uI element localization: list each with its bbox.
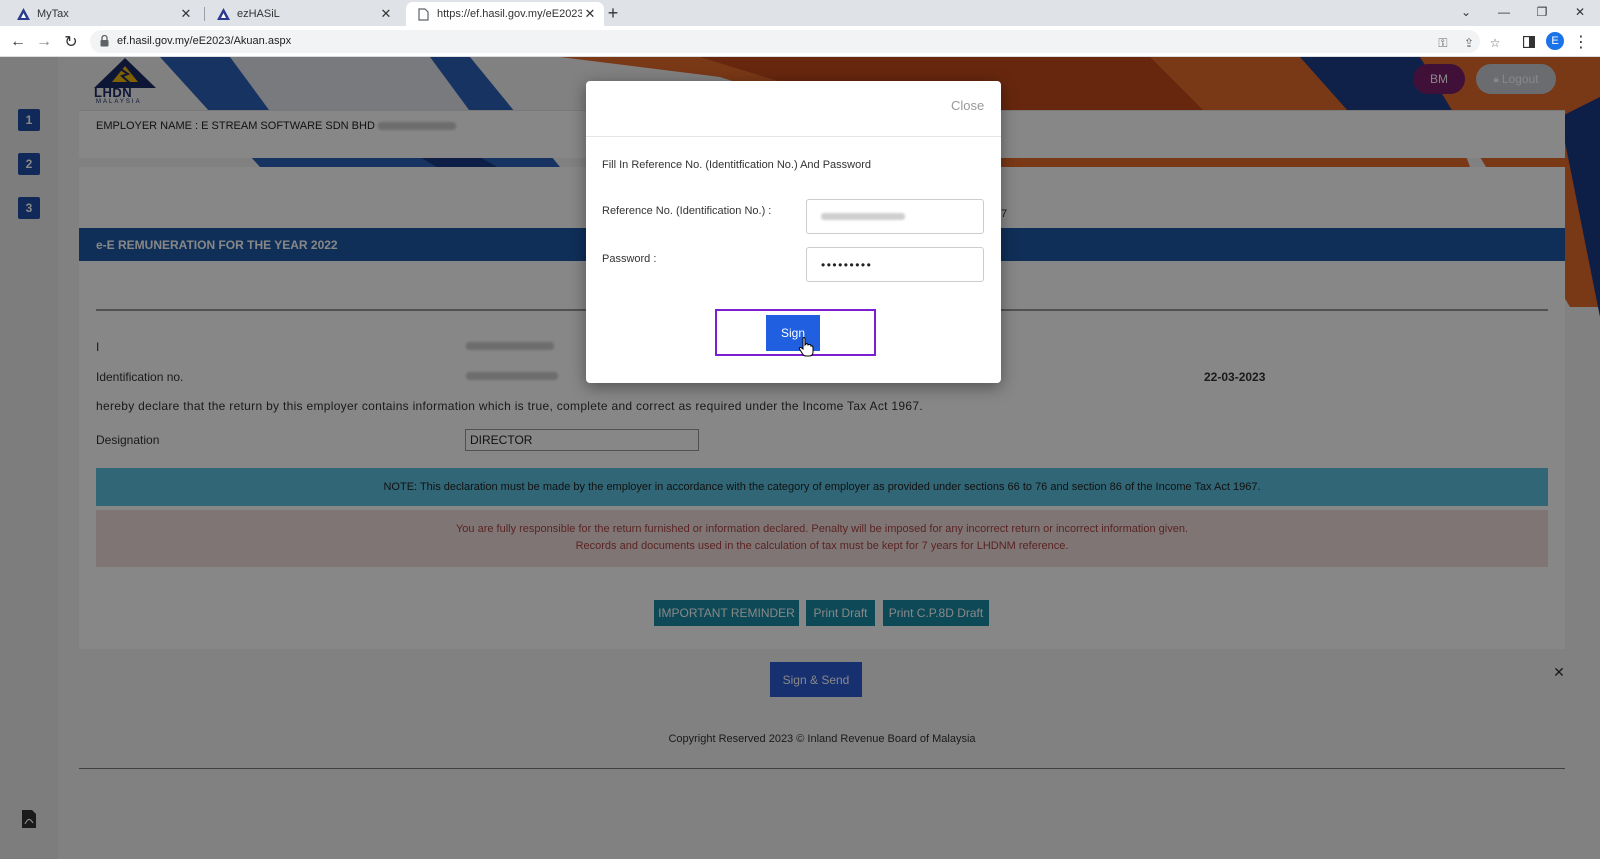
new-tab-icon[interactable]: + [603,3,623,23]
url-text: ef.hasil.gov.my/eE2023/Akuan.aspx [117,35,292,47]
side-panel-icon[interactable] [1518,31,1540,53]
page: 1 2 3 LHDN MALAYSIA BM 🔒︎ Logout EMPLOYE… [0,57,1600,859]
tab-close-icon[interactable]: ✕ [378,6,394,22]
bookmark-star-icon[interactable]: ☆ [1487,35,1503,51]
tab-title: MyTax [37,8,69,20]
minimize-icon[interactable]: — [1486,2,1522,22]
browser-tab-bar: MyTax ✕ ezHASiL ✕ https://ef.hasil.gov.m… [0,0,1600,26]
reload-icon[interactable]: ↻ [60,31,82,53]
page-icon [416,7,430,21]
key-icon[interactable]: ⚿ [1435,35,1451,51]
url-omnibox[interactable]: ef.hasil.gov.my/eE2023/Akuan.aspx ⚿ ⇪ ☆ [90,30,1500,53]
back-arrow-icon[interactable]: ← [7,31,29,53]
password-input[interactable]: ••••••••• [806,247,984,282]
reference-number-label: Reference No. (Identification No.) : [602,205,772,217]
hand-cursor-icon [798,337,814,357]
lock-icon [100,35,109,47]
mytax-icon [16,7,30,21]
reference-number-input[interactable] [806,199,984,234]
tab-active-page[interactable]: https://ef.hasil.gov.my/eE2023/A ✕ [406,2,604,26]
sign-modal: Close Fill In Reference No. (Identitfica… [586,81,1001,383]
share-icon[interactable]: ⇪ [1461,35,1477,51]
browser-menu-icon[interactable]: ⋮ [1570,31,1592,53]
forward-arrow-icon[interactable]: → [33,31,55,53]
tab-title: ezHASiL [237,8,280,20]
browser-address-bar: ← → ↻ ef.hasil.gov.my/eE2023/Akuan.aspx … [0,26,1600,57]
window-close-icon[interactable]: ✕ [1562,2,1598,22]
ezhasil-icon [216,7,230,21]
modal-divider [586,136,1001,137]
modal-close-button[interactable]: Close [951,98,984,113]
password-label: Password : [602,253,657,265]
modal-instruction: Fill In Reference No. (Identitfication N… [602,159,872,171]
tab-search-chevron-icon[interactable]: ⌄ [1448,2,1484,22]
redacted-reference-number [821,213,905,220]
tab-close-icon[interactable]: ✕ [178,6,194,22]
tab-close-icon[interactable]: ✕ [582,6,598,22]
profile-avatar[interactable]: E [1546,32,1564,50]
tab-ezhasil[interactable]: ezHASiL ✕ [200,2,400,26]
tab-title: https://ef.hasil.gov.my/eE2023/A [437,8,582,20]
tab-mytax[interactable]: MyTax ✕ [0,2,200,26]
restore-icon[interactable]: ❐ [1524,2,1560,22]
